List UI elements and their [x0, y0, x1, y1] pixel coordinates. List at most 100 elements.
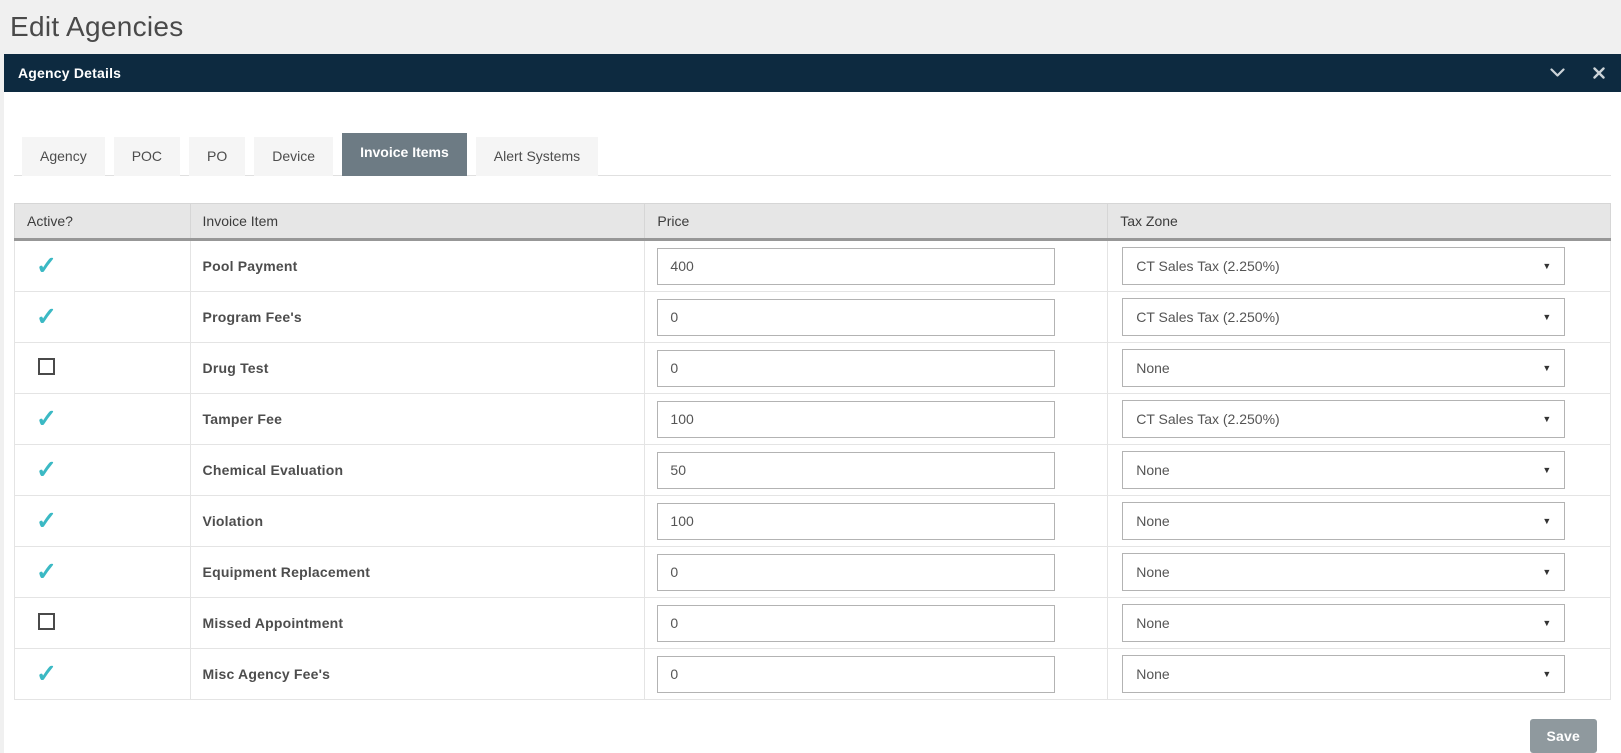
active-checkmark-icon[interactable]: ✓ — [36, 457, 57, 483]
invoice-item-label: Tamper Fee — [202, 411, 283, 427]
page-title: Edit Agencies — [10, 11, 184, 42]
active-checkmark-icon[interactable]: ✓ — [36, 661, 57, 687]
tax-zone-cell: CT Sales Tax (2.250%) ▼ — [1107, 239, 1611, 292]
active-cell: ✓ — [14, 291, 191, 343]
invoice-item-cell: Missed Appointment — [189, 597, 646, 649]
select-caret-icon: ▼ — [1542, 465, 1552, 475]
select-caret-icon: ▼ — [1542, 363, 1552, 373]
table-row: ✓ Misc Agency Fee's None ▼ — [14, 648, 1611, 700]
table-row: ✓ Tamper Fee CT Sales Tax (2.250%) ▼ — [14, 393, 1611, 445]
tax-zone-select[interactable]: None ▼ — [1122, 502, 1566, 540]
invoice-item-label: Missed Appointment — [202, 615, 344, 631]
inactive-checkbox[interactable] — [38, 358, 55, 375]
actions-bar: Save — [14, 719, 1611, 753]
tax-zone-value: None — [1136, 462, 1170, 478]
price-input[interactable] — [657, 400, 1056, 438]
panel-body: Agency POC PO Device Invoice Items Alert Syst… — [4, 92, 1621, 753]
active-checkmark-icon[interactable]: ✓ — [36, 559, 57, 585]
price-cell — [644, 239, 1109, 292]
price-input[interactable] — [657, 247, 1056, 285]
tax-zone-select[interactable]: None ▼ — [1122, 604, 1566, 642]
tax-zone-cell: None ▼ — [1107, 546, 1611, 598]
tax-zone-select[interactable]: CT Sales Tax (2.250%) ▼ — [1122, 247, 1566, 285]
active-cell — [14, 597, 191, 649]
price-input[interactable] — [657, 502, 1056, 540]
price-input[interactable] — [657, 298, 1056, 336]
invoice-item-cell: Chemical Evaluation — [189, 444, 646, 496]
tax-zone-cell: CT Sales Tax (2.250%) ▼ — [1107, 291, 1611, 343]
tab-po[interactable]: PO — [189, 137, 246, 176]
active-cell — [14, 342, 191, 394]
table-row: Drug Test None ▼ — [14, 342, 1611, 394]
price-cell — [644, 393, 1109, 445]
close-icon[interactable] — [1593, 67, 1605, 79]
agency-details-panel: Agency Details Agency POC PO Device Invoice … — [4, 54, 1621, 753]
active-cell: ✓ — [14, 495, 191, 547]
table-row: ✓ Violation None ▼ — [14, 495, 1611, 547]
tab-invoice-items[interactable]: Invoice Items — [342, 133, 467, 176]
select-caret-icon: ▼ — [1542, 414, 1552, 424]
invoice-item-label: Program Fee's — [202, 309, 302, 325]
tab-alert-systems[interactable]: Alert Systems — [475, 137, 599, 176]
inactive-checkbox[interactable] — [38, 613, 55, 630]
price-cell — [644, 444, 1109, 496]
tax-zone-select[interactable]: None ▼ — [1122, 451, 1566, 489]
panel-header: Agency Details — [4, 54, 1621, 92]
tax-zone-value: None — [1136, 666, 1170, 682]
select-caret-icon: ▼ — [1542, 618, 1552, 628]
active-checkmark-icon[interactable]: ✓ — [36, 406, 57, 432]
tax-zone-value: None — [1136, 564, 1170, 580]
active-checkmark-icon[interactable]: ✓ — [36, 253, 57, 279]
table-row: ✓ Pool Payment CT Sales Tax (2.250%) ▼ — [14, 239, 1611, 292]
price-input[interactable] — [657, 655, 1056, 693]
active-checkmark-icon[interactable]: ✓ — [36, 508, 57, 534]
invoice-item-label: Drug Test — [202, 360, 269, 376]
invoice-item-cell: Tamper Fee — [189, 393, 646, 445]
column-header-invoice-item: Invoice Item — [189, 203, 646, 241]
tax-zone-value: None — [1136, 615, 1170, 631]
invoice-item-cell: Pool Payment — [189, 239, 646, 292]
select-caret-icon: ▼ — [1542, 312, 1552, 322]
price-input[interactable] — [657, 349, 1056, 387]
active-checkmark-icon[interactable]: ✓ — [36, 304, 57, 330]
tab-device[interactable]: Device — [254, 137, 334, 176]
chevron-down-icon[interactable] — [1550, 68, 1565, 78]
price-cell — [644, 648, 1109, 700]
invoice-item-cell: Drug Test — [189, 342, 646, 394]
table-row: ✓ Equipment Replacement None ▼ — [14, 546, 1611, 598]
tab-poc[interactable]: POC — [113, 137, 181, 176]
invoice-items-table: Active? Invoice Item Price Tax Zone ✓ Po… — [14, 203, 1611, 700]
price-cell — [644, 546, 1109, 598]
tab-agency[interactable]: Agency — [22, 137, 105, 176]
tax-zone-cell: None ▼ — [1107, 648, 1611, 700]
tax-zone-select[interactable]: None ▼ — [1122, 553, 1566, 591]
tax-zone-select[interactable]: CT Sales Tax (2.250%) ▼ — [1122, 298, 1566, 336]
table-row: Missed Appointment None ▼ — [14, 597, 1611, 649]
tax-zone-cell: CT Sales Tax (2.250%) ▼ — [1107, 393, 1611, 445]
table-header-row: Active? Invoice Item Price Tax Zone — [14, 203, 1611, 241]
active-cell: ✓ — [14, 444, 191, 496]
price-cell — [644, 342, 1109, 394]
active-cell: ✓ — [14, 393, 191, 445]
column-header-active: Active? — [14, 203, 191, 241]
price-input[interactable] — [657, 553, 1056, 591]
invoice-item-label: Chemical Evaluation — [202, 462, 344, 478]
price-cell — [644, 291, 1109, 343]
price-input[interactable] — [657, 604, 1056, 642]
active-cell: ✓ — [14, 239, 191, 292]
column-header-tax-zone: Tax Zone — [1107, 203, 1611, 241]
table-row: ✓ Chemical Evaluation None ▼ — [14, 444, 1611, 496]
tax-zone-select[interactable]: None ▼ — [1122, 655, 1566, 693]
invoice-item-cell: Equipment Replacement — [189, 546, 646, 598]
price-input[interactable] — [657, 451, 1056, 489]
invoice-item-cell: Misc Agency Fee's — [189, 648, 646, 700]
select-caret-icon: ▼ — [1542, 669, 1552, 679]
panel-header-icons — [1550, 67, 1605, 79]
column-header-price: Price — [644, 203, 1109, 241]
tax-zone-cell: None ▼ — [1107, 444, 1611, 496]
tax-zone-value: CT Sales Tax (2.250%) — [1136, 411, 1280, 427]
tax-zone-select[interactable]: None ▼ — [1122, 349, 1566, 387]
tax-zone-select[interactable]: CT Sales Tax (2.250%) ▼ — [1122, 400, 1566, 438]
save-button[interactable]: Save — [1529, 719, 1597, 753]
invoice-items-table-wrap: Active? Invoice Item Price Tax Zone ✓ Po… — [14, 203, 1611, 700]
